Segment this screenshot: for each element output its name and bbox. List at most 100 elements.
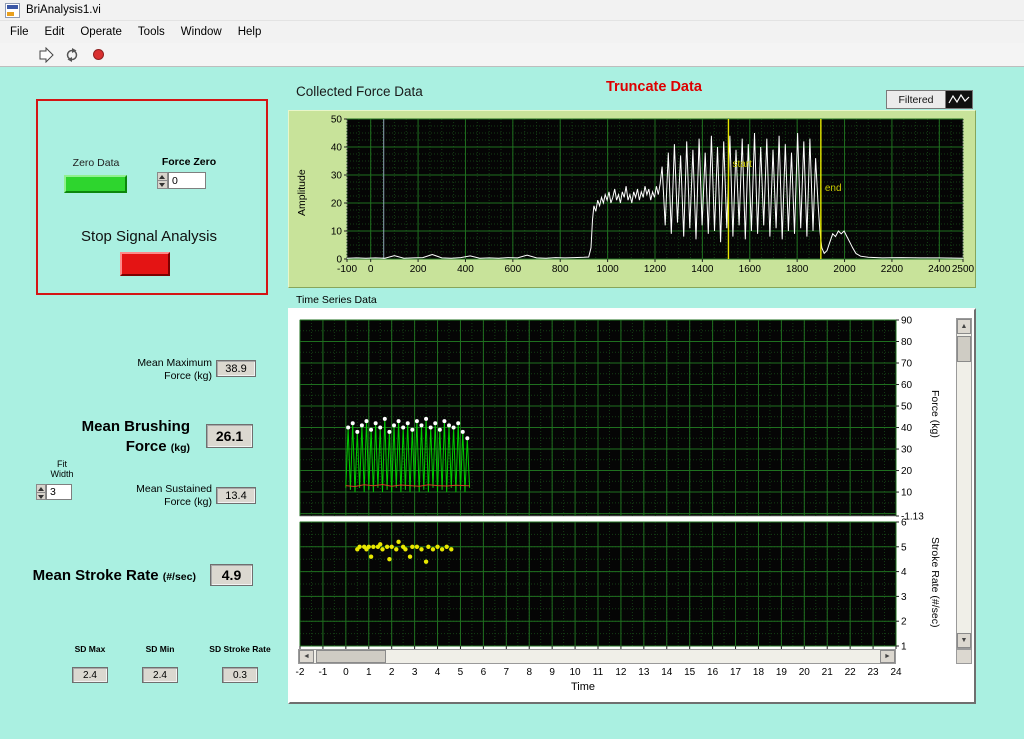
svg-text:14: 14	[661, 667, 673, 678]
legend-plot-name: Filtered	[886, 90, 946, 109]
titlebar: BriAnalysis1.vi	[0, 0, 1024, 21]
run-continuous-button[interactable]	[62, 46, 82, 64]
vertical-scroll-thumb[interactable]	[957, 336, 971, 362]
svg-text:1800: 1800	[786, 264, 809, 275]
collected-force-data-graph[interactable]: startend-1000200400600800100012001400160…	[288, 110, 976, 288]
increment-button[interactable]	[157, 172, 168, 181]
svg-text:0: 0	[336, 255, 342, 266]
sd-stroke-rate-label: SD Stroke Rate	[206, 644, 274, 654]
svg-text:20: 20	[331, 199, 343, 210]
svg-text:10: 10	[901, 488, 913, 499]
svg-text:80: 80	[901, 337, 913, 348]
labview-icon	[5, 3, 20, 18]
svg-text:2: 2	[901, 617, 907, 628]
horizontal-scroll-thumb[interactable]	[316, 650, 386, 663]
zero-data-button[interactable]	[64, 175, 127, 193]
svg-text:5: 5	[458, 667, 464, 678]
svg-text:16: 16	[707, 667, 719, 678]
svg-text:-100: -100	[337, 264, 357, 275]
svg-text:17: 17	[730, 667, 742, 678]
force-zero-input[interactable]	[168, 172, 206, 189]
sd-min-display: 2.4	[142, 667, 178, 683]
svg-text:24: 24	[890, 667, 902, 678]
stop-signal-analysis-button[interactable]	[120, 252, 170, 276]
time-axis-label: Time	[556, 681, 610, 693]
horizontal-scroll-track[interactable]	[314, 650, 880, 663]
svg-text:15: 15	[684, 667, 696, 678]
increment-button[interactable]	[36, 484, 46, 493]
menu-file[interactable]: File	[2, 23, 37, 41]
decrement-button[interactable]	[36, 493, 46, 501]
menu-help[interactable]: Help	[230, 23, 270, 41]
svg-text:10: 10	[570, 667, 582, 678]
menu-window[interactable]: Window	[173, 23, 230, 41]
svg-text:50: 50	[901, 402, 913, 413]
svg-text:12: 12	[615, 667, 627, 678]
force-zero-control	[157, 172, 206, 189]
svg-text:8: 8	[526, 667, 532, 678]
scroll-up-button[interactable]: ▲	[957, 319, 971, 334]
run-arrow-icon	[38, 47, 54, 63]
svg-text:6: 6	[481, 667, 487, 678]
mean-brushing-force-display: 26.1	[206, 424, 253, 448]
svg-text:40: 40	[331, 143, 343, 154]
svg-text:50: 50	[331, 115, 343, 126]
svg-text:22: 22	[845, 667, 857, 678]
svg-text:19: 19	[776, 667, 788, 678]
svg-text:30: 30	[331, 171, 343, 182]
svg-text:end: end	[825, 183, 842, 194]
mean-sustained-force-label: Mean Sustained Force (kg)	[120, 483, 212, 509]
svg-text:9: 9	[549, 667, 555, 678]
collected-graph-title: Collected Force Data	[296, 84, 423, 99]
svg-text:2: 2	[389, 667, 395, 678]
svg-text:2400: 2400	[928, 264, 951, 275]
vertical-scroll-track[interactable]	[957, 334, 971, 633]
svg-text:7: 7	[504, 667, 510, 678]
mean-brushing-force-label: Mean Brushing Force (kg)	[75, 417, 190, 458]
svg-text:11: 11	[593, 667, 604, 678]
scroll-left-button[interactable]: ◄	[299, 650, 314, 663]
fit-width-label: Fit Width	[44, 459, 80, 479]
svg-text:0: 0	[368, 264, 374, 275]
svg-text:6: 6	[901, 518, 907, 529]
menu-operate[interactable]: Operate	[72, 23, 130, 41]
svg-text:4: 4	[901, 567, 907, 578]
sd-max-label: SD Max	[66, 644, 114, 654]
svg-text:1: 1	[366, 667, 372, 678]
svg-text:4: 4	[435, 667, 441, 678]
svg-text:5: 5	[901, 542, 907, 553]
menu-edit[interactable]: Edit	[37, 23, 73, 41]
vertical-scrollbar[interactable]: ▲ ▼	[956, 318, 972, 649]
svg-text:-2: -2	[296, 667, 305, 678]
scroll-down-button[interactable]: ▼	[957, 633, 971, 648]
svg-text:0: 0	[343, 667, 349, 678]
scroll-right-button[interactable]: ►	[880, 650, 895, 663]
window-title: BriAnalysis1.vi	[26, 4, 101, 16]
force-axis-label: Force (kg)	[929, 390, 941, 438]
run-button[interactable]	[36, 46, 56, 64]
toolbar	[0, 43, 1024, 67]
abort-button[interactable]	[88, 46, 108, 64]
svg-text:21: 21	[822, 667, 834, 678]
svg-text:1600: 1600	[739, 264, 762, 275]
time-series-label: Time Series Data	[296, 294, 377, 306]
decrement-button[interactable]	[157, 181, 168, 189]
mean-max-force-display: 38.9	[216, 360, 256, 377]
stroke-rate-axis-label: Stroke Rate (#/sec)	[929, 537, 941, 627]
collected-plot-area: startend-1000200400600800100012001400160…	[289, 111, 975, 287]
svg-text:1: 1	[901, 642, 907, 653]
horizontal-scrollbar[interactable]: ◄ ►	[298, 649, 896, 664]
svg-text:start: start	[732, 159, 752, 170]
svg-text:40: 40	[901, 423, 913, 434]
force-zero-label: Force Zero	[158, 156, 220, 168]
svg-text:18: 18	[753, 667, 765, 678]
mean-stroke-rate-label: Mean Stroke Rate (#/sec)	[28, 567, 196, 584]
time-series-graph[interactable]: 908070605040302010-1.13-2-10123456789101…	[288, 308, 976, 704]
mean-max-force-label: Mean Maximum Force (kg)	[120, 357, 212, 383]
svg-text:1000: 1000	[596, 264, 619, 275]
fit-width-input[interactable]	[46, 484, 72, 500]
menu-tools[interactable]: Tools	[130, 23, 173, 41]
plot-legend[interactable]: Filtered	[886, 90, 973, 109]
menubar: File Edit Operate Tools Window Help	[0, 21, 1024, 43]
svg-text:2000: 2000	[833, 264, 856, 275]
